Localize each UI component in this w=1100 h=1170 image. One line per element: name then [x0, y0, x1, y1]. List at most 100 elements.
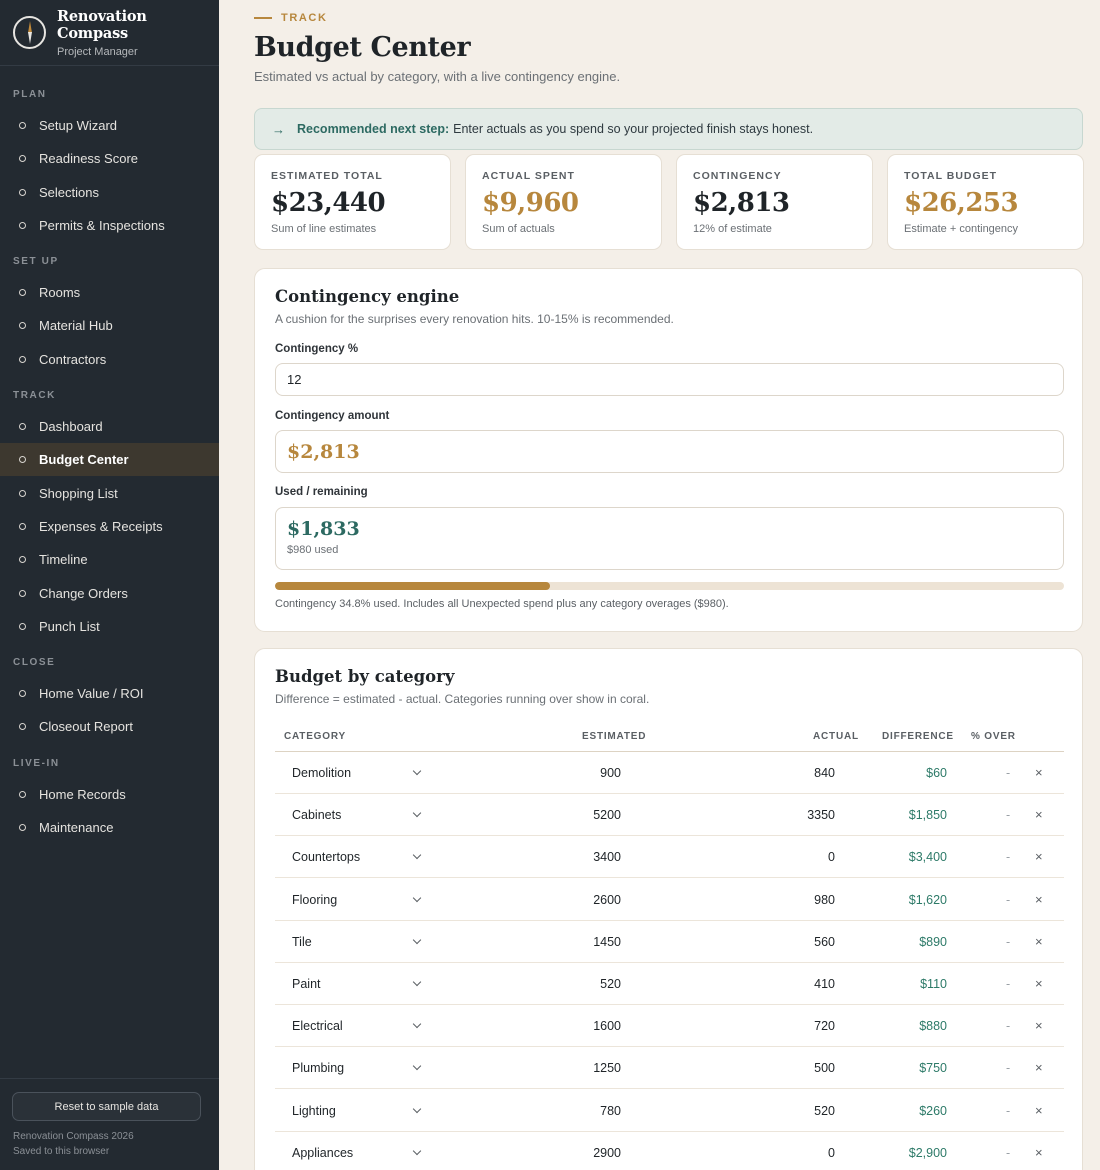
contingency-pct-input[interactable]: 12 — [275, 363, 1064, 396]
sidebar-item-maintenance[interactable]: Maintenance — [0, 811, 219, 844]
estimated-input[interactable]: 5200 — [521, 808, 621, 822]
stat-note: Sum of line estimates — [271, 223, 377, 235]
sidebar-item-punch-list[interactable]: Punch List — [0, 610, 219, 643]
sidebar-item-timeline[interactable]: Timeline — [0, 543, 219, 576]
sidebar-item-dashboard[interactable]: Dashboard — [0, 410, 219, 443]
actual-input[interactable]: 980 — [735, 893, 835, 907]
category-select[interactable]: Countertops — [292, 850, 422, 864]
category-select[interactable]: Paint — [292, 977, 422, 991]
stat-card-estimated-total: ESTIMATED TOTAL $23,440 Sum of line esti… — [254, 154, 451, 250]
sidebar-item-label: Contractors — [39, 351, 107, 367]
sidebar-item-setup-wizard[interactable]: Setup Wizard — [0, 109, 219, 142]
col-actual[interactable]: ACTUAL — [813, 731, 859, 742]
category-select[interactable]: Lighting — [292, 1104, 422, 1118]
circle-icon — [19, 122, 26, 129]
category-select[interactable]: Appliances — [292, 1146, 422, 1160]
estimated-input[interactable]: 520 — [521, 977, 621, 991]
recommendation-banner[interactable]: → Recommended next step: Enter actuals a… — [254, 108, 1083, 150]
sidebar-item-permits-inspections[interactable]: Permits & Inspections — [0, 209, 219, 242]
estimated-input[interactable]: 780 — [521, 1104, 621, 1118]
delete-row-icon[interactable]: × — [1035, 1103, 1043, 1118]
contingency-amount-label: Contingency amount — [275, 410, 390, 422]
sidebar-item-contractors[interactable]: Contractors — [0, 343, 219, 376]
recommendation-text: Enter actuals as you spend so your proje… — [453, 122, 814, 136]
delete-row-icon[interactable]: × — [1035, 765, 1043, 780]
over-value: - — [1006, 1019, 1011, 1034]
actual-input[interactable]: 560 — [735, 935, 835, 949]
brand[interactable]: Renovation Compass Project Manager — [0, 0, 219, 66]
brand-title: Renovation Compass — [57, 7, 147, 42]
delete-row-icon[interactable]: × — [1035, 1060, 1043, 1075]
col-category[interactable]: CATEGORY — [284, 731, 346, 742]
actual-input[interactable]: 0 — [735, 850, 835, 864]
stat-note: 12% of estimate — [693, 223, 772, 235]
estimated-input[interactable]: 3400 — [521, 850, 621, 864]
estimated-input[interactable]: 900 — [521, 766, 621, 780]
sidebar-item-label: Budget Center — [39, 452, 129, 468]
sidebar-item-closeout-report[interactable]: Closeout Report — [0, 710, 219, 743]
table-row: Paint 520 410 $110 - × — [275, 963, 1064, 1005]
stat-card-total-budget: TOTAL BUDGET $26,253 Estimate + continge… — [887, 154, 1084, 250]
col-difference[interactable]: DIFFERENCE — [882, 731, 954, 742]
actual-input[interactable]: 520 — [735, 1104, 835, 1118]
sidebar-item-rooms[interactable]: Rooms — [0, 276, 219, 309]
actual-input[interactable]: 720 — [735, 1019, 835, 1033]
category-select[interactable]: Plumbing — [292, 1061, 422, 1075]
sidebar-item-expenses-receipts[interactable]: Expenses & Receipts — [0, 510, 219, 543]
col-estimated[interactable]: ESTIMATED — [582, 731, 646, 742]
actual-input[interactable]: 3350 — [735, 808, 835, 822]
category-value: Countertops — [292, 850, 361, 865]
sidebar-item-home-records[interactable]: Home Records — [0, 778, 219, 811]
sidebar-item-label: Shopping List — [39, 485, 118, 501]
sidebar-item-budget-center[interactable]: Budget Center — [0, 443, 219, 477]
estimated-input[interactable]: 1600 — [521, 1019, 621, 1033]
circle-icon — [19, 522, 26, 530]
estimated-input[interactable]: 2600 — [521, 893, 621, 907]
delete-row-icon[interactable]: × — [1035, 1145, 1043, 1160]
col-over[interactable]: % OVER — [971, 731, 1016, 742]
delete-row-icon[interactable]: × — [1035, 1018, 1043, 1033]
category-value: Flooring — [292, 892, 338, 907]
circle-icon — [19, 423, 26, 430]
delete-row-icon[interactable]: × — [1035, 934, 1043, 949]
delete-row-icon[interactable]: × — [1035, 976, 1043, 991]
category-select[interactable]: Tile — [292, 935, 422, 949]
sidebar-item-home-value-roi[interactable]: Home Value / ROI — [0, 677, 219, 710]
category-select[interactable]: Demolition — [292, 766, 422, 780]
sidebar-item-label: Setup Wizard — [39, 118, 118, 133]
used-remaining-box: $1,833 $980 used — [275, 507, 1064, 570]
category-select[interactable]: Flooring — [292, 893, 422, 907]
table-row: Electrical 1600 720 $880 - × — [275, 1005, 1064, 1048]
actual-input[interactable]: 410 — [735, 977, 835, 991]
sidebar-item-readiness-score[interactable]: Readiness Score — [0, 142, 219, 175]
estimated-input[interactable]: 1250 — [521, 1061, 621, 1075]
page-subtitle: Estimated vs actual by category, with a … — [254, 69, 621, 84]
over-value: - — [1006, 850, 1011, 865]
sidebar-item-selections[interactable]: Selections — [0, 176, 219, 209]
circle-icon — [19, 690, 26, 697]
chevron-down-icon — [412, 1104, 422, 1113]
over-value: - — [1006, 1103, 1011, 1118]
circle-icon — [19, 155, 26, 163]
main-content: TRACK Budget Center Estimated vs actual … — [219, 0, 1100, 1170]
delete-row-icon[interactable]: × — [1035, 892, 1043, 907]
sidebar-item-shopping-list[interactable]: Shopping List — [0, 477, 219, 510]
table-row: Flooring 2600 980 $1,620 - × — [275, 879, 1064, 921]
sidebar-item-material-hub[interactable]: Material Hub — [0, 309, 219, 342]
section-eyebrow: TRACK — [254, 12, 328, 24]
delete-row-icon[interactable]: × — [1035, 849, 1043, 864]
sidebar-item-change-orders[interactable]: Change Orders — [0, 577, 219, 610]
estimated-input[interactable]: 1450 — [521, 935, 621, 949]
category-select[interactable]: Electrical — [292, 1019, 422, 1033]
reset-sample-data-button[interactable]: Reset to sample data — [12, 1092, 201, 1121]
delete-row-icon[interactable]: × — [1035, 807, 1043, 822]
actual-input[interactable]: 840 — [735, 766, 835, 780]
stat-value: $2,813 — [693, 188, 790, 218]
actual-input[interactable]: 0 — [735, 1146, 835, 1160]
estimated-input[interactable]: 2900 — [521, 1146, 621, 1160]
stat-label: ESTIMATED TOTAL — [271, 170, 383, 182]
difference-value: $1,620 — [908, 892, 947, 907]
category-select[interactable]: Cabinets — [292, 808, 422, 822]
actual-input[interactable]: 500 — [735, 1061, 835, 1075]
over-value: - — [1006, 1061, 1011, 1076]
